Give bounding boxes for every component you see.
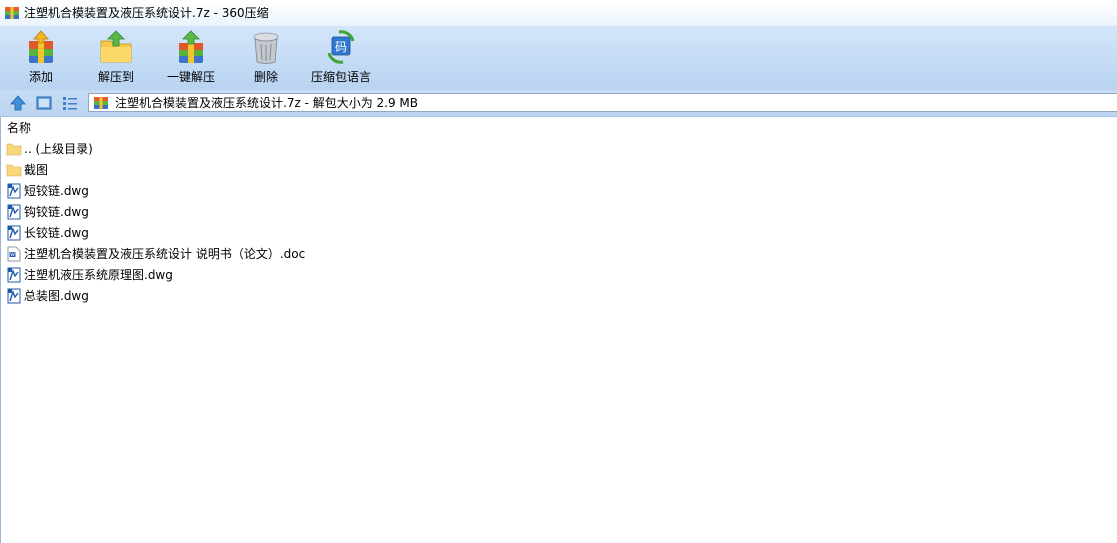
detail-list-view-icon[interactable] (61, 94, 79, 112)
add-button-label: 添加 (28, 70, 53, 84)
add-button[interactable]: 添加 (16, 26, 66, 90)
one-click-extract-button[interactable]: 一键解压 (162, 26, 220, 90)
list-item[interactable]: 短铰链.dwg (6, 181, 606, 201)
extract-to-icon (100, 30, 132, 63)
add-archive-icon (29, 30, 53, 63)
folder-icon (6, 164, 22, 177)
list-item[interactable]: 总装图.dwg (6, 286, 606, 306)
navigation-bar: 注塑机合模装置及液压系统设计.7z - 解包大小为 2.9 MB (0, 90, 1117, 117)
dwg-file-icon (7, 183, 21, 199)
list-item-name: 短铰链.dwg (24, 184, 89, 198)
delete-button-label: 删除 (253, 70, 278, 84)
list-item-name: 注塑机液压系统原理图.dwg (24, 268, 173, 282)
trash-icon (253, 32, 279, 64)
word-doc-icon: W (7, 246, 21, 262)
dwg-file-icon (7, 204, 21, 220)
main-toolbar: 添加 解压到 一键解压 删除 码 压缩包语言 (0, 26, 1117, 90)
one-click-extract-icon (179, 30, 203, 63)
dwg-file-icon (7, 225, 21, 241)
window-title: 注塑机合模装置及液压系统设计.7z - 360压缩 (24, 6, 269, 20)
archive-language-icon: 码 (327, 30, 355, 64)
extract-to-button-label: 解压到 (97, 70, 134, 84)
archive-file-icon (94, 97, 108, 109)
extract-to-button[interactable]: 解压到 (88, 26, 144, 90)
svg-text:W: W (10, 252, 15, 258)
archive-language-button[interactable]: 码 压缩包语言 (306, 26, 376, 90)
list-item-name: 钩铰链.dwg (24, 205, 89, 219)
list-item[interactable]: 钩铰链.dwg (6, 202, 606, 222)
list-item-parent-directory[interactable]: .. (上级目录) (6, 139, 606, 159)
list-item[interactable]: 截图 (6, 160, 606, 180)
title-bar: 注塑机合模装置及液压系统设计.7z - 360压缩 (0, 0, 1117, 26)
address-text: 注塑机合模装置及液压系统设计.7z - 解包大小为 2.9 MB (115, 96, 419, 110)
dwg-file-icon (7, 267, 21, 283)
list-item[interactable]: 注塑机液压系统原理图.dwg (6, 265, 606, 285)
file-list: 名称 .. (上级目录) 截图 短铰链.dwg 钩铰链.dwg 长铰链.dwg … (0, 117, 1117, 543)
list-item-name: 长铰链.dwg (24, 226, 89, 240)
list-item-name: .. (上级目录) (24, 142, 93, 156)
list-item-name: 截图 (24, 163, 49, 177)
one-click-extract-button-label: 一键解压 (166, 70, 215, 84)
address-bar[interactable]: 注塑机合模装置及液压系统设计.7z - 解包大小为 2.9 MB (88, 93, 1117, 112)
list-item[interactable]: 长铰链.dwg (6, 223, 606, 243)
archive-language-button-label: 压缩包语言 (310, 70, 371, 84)
archive-app-icon (5, 7, 19, 19)
dwg-file-icon (7, 288, 21, 304)
up-level-icon[interactable] (9, 94, 27, 112)
svg-text:码: 码 (335, 40, 347, 54)
column-header-name[interactable]: 名称 (7, 121, 31, 135)
list-item-name: 总装图.dwg (24, 289, 89, 303)
large-icon-view-icon[interactable] (35, 94, 53, 112)
folder-icon (6, 143, 22, 156)
list-item[interactable]: W 注塑机合模装置及液压系统设计 说明书（论文）.doc (6, 244, 606, 264)
list-item-name: 注塑机合模装置及液压系统设计 说明书（论文）.doc (24, 247, 306, 261)
delete-button[interactable]: 删除 (242, 26, 290, 90)
